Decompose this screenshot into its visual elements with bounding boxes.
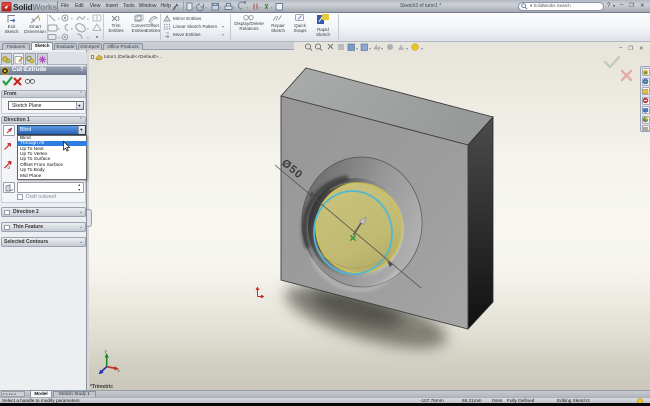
- svg-text:y: y: [105, 349, 108, 354]
- svg-text:x: x: [118, 368, 121, 373]
- svg-text:d: d: [8, 165, 11, 170]
